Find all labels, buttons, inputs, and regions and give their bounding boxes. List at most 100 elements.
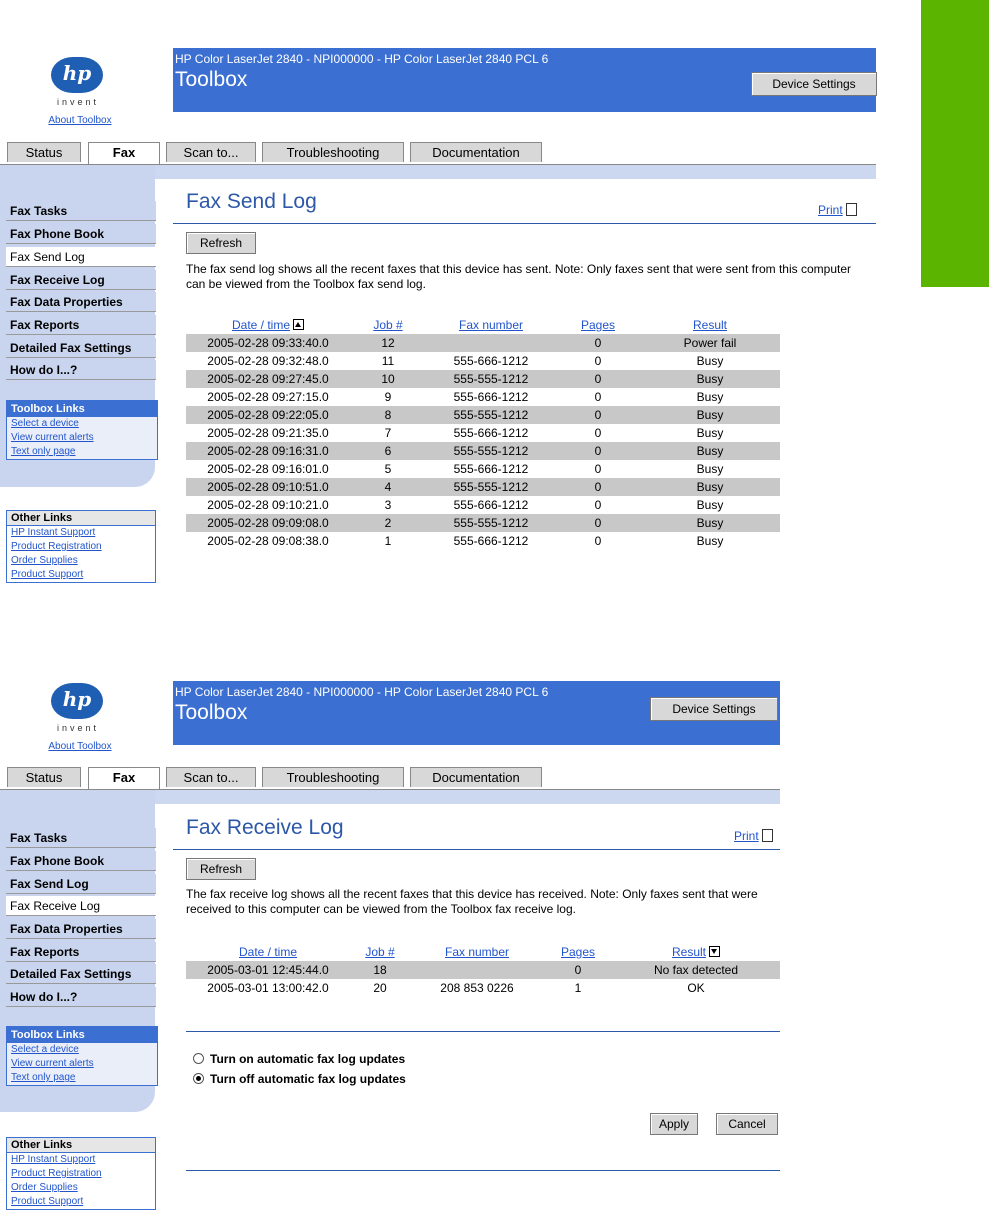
col-job[interactable]: Job # bbox=[350, 316, 426, 334]
hp-logo: hp bbox=[51, 683, 103, 719]
logo-tagline: invent bbox=[56, 723, 100, 733]
cell-pages: 0 bbox=[556, 442, 640, 460]
cell-fax-number: 555-666-1212 bbox=[453, 354, 529, 368]
tab-status[interactable]: Status bbox=[7, 767, 81, 787]
tab-scan-to[interactable]: Scan to... bbox=[166, 142, 256, 162]
nav-fax-receive-log[interactable]: Fax Receive Log bbox=[6, 270, 156, 290]
link-order-supplies[interactable]: Order Supplies bbox=[7, 1181, 155, 1195]
col-pages[interactable]: Pages bbox=[556, 316, 640, 334]
auto-update-on-option[interactable]: Turn on automatic fax log updates bbox=[193, 1052, 405, 1066]
tab-documentation[interactable]: Documentation bbox=[410, 767, 542, 787]
table-row: 2005-02-28 09:16:31.0 6 555-555-1212 0 Busy bbox=[186, 442, 780, 460]
sort-ascending-icon[interactable] bbox=[293, 319, 305, 330]
nav-fax-send-log[interactable]: Fax Send Log bbox=[6, 247, 156, 267]
cell-date-time: 2005-02-28 09:16:31.0 bbox=[186, 442, 350, 460]
toolbox-links-header: Toolbox Links bbox=[7, 401, 157, 417]
cell-date-time: 2005-03-01 13:00:42.0 bbox=[207, 981, 329, 995]
table-row: 2005-02-28 09:08:38.0 1 555-666-1212 0 Busy bbox=[186, 532, 780, 550]
cell-result: Busy bbox=[696, 390, 724, 404]
col-result[interactable]: Result bbox=[612, 943, 780, 961]
fax-send-log-table: Date / time Job # Fax number Pages Resul… bbox=[186, 316, 780, 550]
tab-fax[interactable]: Fax bbox=[88, 142, 160, 164]
cell-pages: 0 bbox=[556, 334, 640, 352]
cell-pages: 0 bbox=[556, 370, 640, 388]
link-select-device[interactable]: Select a device bbox=[7, 417, 157, 431]
nav-fax-phone-book[interactable]: Fax Phone Book bbox=[6, 851, 156, 871]
tab-fax[interactable]: Fax bbox=[88, 767, 160, 789]
radio-auto-update-off[interactable] bbox=[193, 1073, 204, 1084]
link-view-alerts[interactable]: View current alerts bbox=[7, 431, 157, 445]
cell-date-time: 2005-02-28 09:08:38.0 bbox=[207, 534, 329, 548]
table-row: 2005-02-28 09:16:01.0 5 555-666-1212 0 Busy bbox=[186, 460, 780, 478]
nav-fax-tasks[interactable]: Fax Tasks bbox=[6, 201, 156, 221]
apply-button[interactable]: Apply bbox=[650, 1113, 698, 1135]
col-date-time[interactable]: Date / time bbox=[186, 316, 350, 334]
sort-descending-icon[interactable] bbox=[709, 946, 720, 957]
col-pages[interactable]: Pages bbox=[544, 943, 612, 961]
auto-update-off-option[interactable]: Turn off automatic fax log updates bbox=[193, 1072, 406, 1086]
refresh-button[interactable]: Refresh bbox=[186, 858, 256, 880]
col-job[interactable]: Job # bbox=[350, 943, 410, 961]
link-product-registration[interactable]: Product Registration bbox=[7, 540, 155, 554]
app-title: Toolbox bbox=[175, 701, 248, 724]
tab-troubleshooting[interactable]: Troubleshooting bbox=[262, 142, 404, 162]
nav-fax-tasks[interactable]: Fax Tasks bbox=[6, 828, 156, 848]
device-settings-button[interactable]: Device Settings bbox=[650, 697, 778, 721]
nav-detailed-fax-settings[interactable]: Detailed Fax Settings bbox=[6, 964, 156, 984]
nav-fax-reports[interactable]: Fax Reports bbox=[6, 942, 156, 962]
about-toolbox-link[interactable]: About Toolbox bbox=[40, 741, 120, 752]
cell-result: Busy bbox=[696, 354, 724, 368]
link-order-supplies[interactable]: Order Supplies bbox=[7, 554, 155, 568]
print-icon bbox=[761, 829, 773, 842]
cell-date-time: 2005-02-28 09:10:51.0 bbox=[186, 478, 350, 496]
cell-pages: 0 bbox=[594, 498, 602, 512]
nav-how-do-i[interactable]: How do I...? bbox=[6, 360, 156, 380]
cancel-button[interactable]: Cancel bbox=[716, 1113, 778, 1135]
col-date-time[interactable]: Date / time bbox=[186, 943, 350, 961]
tab-troubleshooting[interactable]: Troubleshooting bbox=[262, 767, 404, 787]
about-toolbox-link[interactable]: About Toolbox bbox=[40, 115, 120, 126]
cell-job: 7 bbox=[384, 426, 392, 440]
nav-fax-data-properties[interactable]: Fax Data Properties bbox=[6, 292, 156, 312]
table-row: 2005-02-28 09:09:08.0 2 555-555-1212 0 Busy bbox=[186, 514, 780, 532]
link-hp-instant-support[interactable]: HP Instant Support bbox=[7, 1153, 155, 1167]
link-text-only[interactable]: Text only page bbox=[7, 445, 157, 459]
link-product-registration[interactable]: Product Registration bbox=[7, 1167, 155, 1181]
nav-fax-data-properties[interactable]: Fax Data Properties bbox=[6, 919, 156, 939]
refresh-button[interactable]: Refresh bbox=[186, 232, 256, 254]
device-settings-button[interactable]: Device Settings bbox=[751, 72, 877, 96]
col-fax-number[interactable]: Fax number bbox=[410, 943, 544, 961]
cell-job: 10 bbox=[350, 370, 426, 388]
device-subtitle: HP Color LaserJet 2840 - NPI000000 - HP … bbox=[175, 52, 549, 66]
print-link[interactable]: Print bbox=[818, 203, 857, 217]
tab-scan-to[interactable]: Scan to... bbox=[166, 767, 256, 787]
nav-fax-send-log[interactable]: Fax Send Log bbox=[6, 874, 156, 894]
col-fax-number[interactable]: Fax number bbox=[426, 316, 556, 334]
cell-date-time: 2005-02-28 09:27:45.0 bbox=[186, 370, 350, 388]
cell-result: Busy bbox=[640, 442, 780, 460]
cell-pages: 0 bbox=[556, 478, 640, 496]
title-rule bbox=[173, 223, 876, 224]
cell-pages: 0 bbox=[556, 514, 640, 532]
link-select-device[interactable]: Select a device bbox=[7, 1043, 157, 1057]
cell-fax-number: 555-666-1212 bbox=[453, 462, 529, 476]
tab-status[interactable]: Status bbox=[7, 142, 81, 162]
link-text-only[interactable]: Text only page bbox=[7, 1071, 157, 1085]
cell-result: Busy bbox=[640, 370, 780, 388]
fax-receive-log-table: Date / time Job # Fax number Pages Resul… bbox=[186, 943, 780, 997]
tab-documentation[interactable]: Documentation bbox=[410, 142, 542, 162]
link-view-alerts[interactable]: View current alerts bbox=[7, 1057, 157, 1071]
nav-fax-phone-book[interactable]: Fax Phone Book bbox=[6, 224, 156, 244]
nav-detailed-fax-settings[interactable]: Detailed Fax Settings bbox=[6, 338, 156, 358]
cell-job: 9 bbox=[384, 390, 392, 404]
link-product-support[interactable]: Product Support bbox=[7, 568, 155, 582]
nav-how-do-i[interactable]: How do I...? bbox=[6, 987, 156, 1007]
nav-fax-reports[interactable]: Fax Reports bbox=[6, 315, 156, 335]
col-result[interactable]: Result bbox=[640, 316, 780, 334]
print-link[interactable]: Print bbox=[734, 829, 773, 843]
link-product-support[interactable]: Product Support bbox=[7, 1195, 155, 1209]
nav-fax-receive-log[interactable]: Fax Receive Log bbox=[6, 896, 156, 916]
radio-auto-update-on[interactable] bbox=[193, 1053, 204, 1064]
link-hp-instant-support[interactable]: HP Instant Support bbox=[7, 526, 155, 540]
cell-date-time: 2005-02-28 09:10:21.0 bbox=[207, 498, 329, 512]
